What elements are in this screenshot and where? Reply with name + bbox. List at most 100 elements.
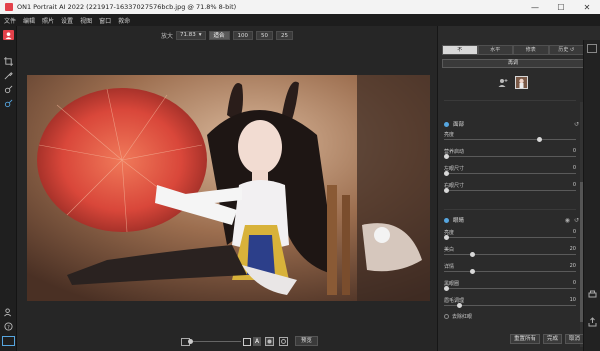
preview-button[interactable]: 预览 <box>295 336 319 346</box>
slider-knob[interactable] <box>443 188 449 193</box>
slider-label: 详情 <box>444 264 455 270</box>
panel-tabs: 不 水平 修表 历史 ↺ <box>442 45 584 55</box>
close-button[interactable]: ✕ <box>574 0 600 14</box>
menu-view[interactable]: 视图 <box>80 16 92 25</box>
cancel-button[interactable]: 取消 <box>565 334 585 344</box>
eyes-slider-brow[interactable]: 眉毛调理 10 <box>444 297 576 309</box>
slider-value: 20 <box>569 246 576 252</box>
face-slider-right-eye[interactable]: 右眼尺寸 0 <box>443 182 576 194</box>
eyes-slider-dark-circles[interactable]: 黑眼圈 0 <box>443 280 576 292</box>
face-section-title: 面部 <box>453 122 465 128</box>
face-slider-left-eye[interactable]: 左眼尺寸 0 <box>443 165 576 177</box>
reset-icon[interactable]: ↺ <box>574 217 579 224</box>
slider-track[interactable] <box>444 156 576 157</box>
eyes-slider-whiten[interactable]: 美白 20 <box>444 246 576 258</box>
zoom-select[interactable]: 71.83 ▾ <box>175 30 206 40</box>
face-selector <box>496 76 528 89</box>
slider-track[interactable] <box>444 254 576 255</box>
section-enabled-icon[interactable] <box>444 217 449 223</box>
add-face-icon[interactable] <box>496 76 509 89</box>
slider-knob[interactable] <box>469 252 475 257</box>
face-slider-brightness[interactable]: 亮度 <box>444 131 576 143</box>
slider-knob[interactable] <box>536 137 542 142</box>
section-enabled-icon[interactable] <box>444 121 449 127</box>
window-title: ON1 Portrait AI 2022 (221917-16337027576… <box>17 3 237 11</box>
single-view-icon[interactable] <box>243 338 251 346</box>
svg-text:?: ? <box>7 324 10 330</box>
panel-toggle-icon[interactable] <box>587 44 597 53</box>
photo-canvas[interactable] <box>27 75 430 301</box>
printer-icon[interactable] <box>588 290 597 299</box>
portrait-tool-icon[interactable] <box>3 30 14 40</box>
zoom-slider-knob[interactable] <box>188 339 193 344</box>
slider-value: 10 <box>569 297 576 303</box>
done-button[interactable]: 完成 <box>543 334 563 344</box>
menu-file[interactable]: 文件 <box>4 16 16 25</box>
mode-a-button[interactable]: A <box>253 337 262 346</box>
zoom-100-button[interactable]: 100 <box>232 30 254 40</box>
tab-level[interactable]: 水平 <box>477 45 513 55</box>
adjustment-panel: 不 水平 修表 历史 ↺ 再调 面部 ↺ 亮度 营养启动 0 左眼尺寸 0 右眼… <box>437 26 600 351</box>
slider-track[interactable] <box>444 288 576 289</box>
face-section-header[interactable]: 面部 ↺ <box>444 120 579 128</box>
slider-value: 0 <box>572 148 576 154</box>
slider-knob[interactable] <box>469 269 475 274</box>
export-icon[interactable] <box>588 317 597 327</box>
slider-track[interactable] <box>444 271 576 272</box>
zoom-50-button[interactable]: 50 <box>256 30 274 40</box>
crop-tool-icon[interactable] <box>3 56 14 66</box>
brush-tool-icon[interactable] <box>3 70 14 80</box>
slider-knob[interactable] <box>443 171 449 176</box>
minimize-button[interactable]: — <box>522 0 548 14</box>
retouch-tool-icon[interactable] <box>3 84 14 94</box>
help-icon[interactable]: ? <box>3 321 14 331</box>
checkbox-icon[interactable] <box>444 314 449 319</box>
zoom-slider[interactable] <box>193 341 241 342</box>
panel-actions: 重置所有 完成 取消 <box>510 334 585 344</box>
overlay-view-icon[interactable] <box>279 337 288 346</box>
slider-track[interactable] <box>444 305 576 306</box>
tab-none[interactable]: 不 <box>442 45 478 55</box>
reset-all-button[interactable]: 重置所有 <box>510 334 541 344</box>
slider-value: 0 <box>572 229 576 235</box>
slider-value: 0 <box>572 182 576 188</box>
eye-tool-icon[interactable] <box>3 98 14 108</box>
eyes-section-header[interactable]: 眼睛 ◉ ↺ <box>444 216 579 224</box>
adjust-tab[interactable]: 再调 <box>442 59 584 68</box>
slider-track[interactable] <box>444 173 576 174</box>
slider-knob[interactable] <box>443 235 449 240</box>
title-bar: ON1 Portrait AI 2022 (221917-16337027576… <box>0 0 600 14</box>
bottom-toolbar: A 预览 <box>17 333 437 351</box>
zoom-label: 放大 <box>160 32 173 40</box>
tab-retouch[interactable]: 修表 <box>513 45 549 55</box>
menu-help[interactable]: 救命 <box>118 16 130 25</box>
checkbox-label: 去除红眼 <box>452 314 473 320</box>
maximize-button[interactable]: ☐ <box>548 0 574 14</box>
slider-track[interactable] <box>444 139 576 140</box>
divider <box>444 209 576 210</box>
fit-button[interactable]: 适合 <box>208 30 230 40</box>
red-eye-checkbox[interactable]: 去除红眼 <box>444 313 472 320</box>
face-slider-nutrition[interactable]: 营养启动 0 <box>443 148 576 160</box>
eyes-slider-brightness[interactable]: 亮度 0 <box>443 229 576 241</box>
slider-track[interactable] <box>444 237 576 238</box>
slider-knob[interactable] <box>443 154 449 159</box>
menu-settings[interactable]: 设置 <box>61 16 73 25</box>
face-thumbnail[interactable] <box>515 76 528 89</box>
chevron-down-icon: ▾ <box>198 32 202 38</box>
menu-photo[interactable]: 照片 <box>42 16 54 25</box>
slider-knob[interactable] <box>443 286 449 291</box>
menu-window[interactable]: 窗口 <box>99 16 111 25</box>
slider-knob[interactable] <box>456 303 462 308</box>
slider-track[interactable] <box>444 190 576 191</box>
person-add-icon[interactable] <box>3 307 14 317</box>
slider-value: 0 <box>572 280 576 286</box>
eyes-slider-detail[interactable]: 详情 20 <box>444 263 576 275</box>
compare-view-icon[interactable] <box>2 336 15 346</box>
eye-visibility-icon[interactable]: ◉ <box>565 217 570 224</box>
zoom-25-button[interactable]: 25 <box>276 30 294 40</box>
reset-icon[interactable]: ↺ <box>574 121 579 128</box>
menu-edit[interactable]: 编辑 <box>23 16 35 25</box>
mask-view-icon[interactable] <box>265 337 274 346</box>
tab-history[interactable]: 历史 ↺ <box>548 45 584 55</box>
